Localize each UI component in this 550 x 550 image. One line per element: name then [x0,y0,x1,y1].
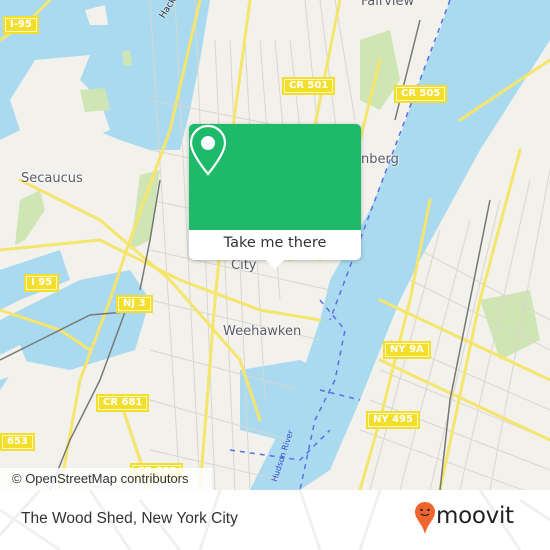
take-me-there-button[interactable]: Take me there [189,230,361,260]
place-label-secaucus: Secaucus [21,171,83,186]
moovit-pin-icon [415,502,435,534]
road-shield-653: 653 [0,433,35,451]
road-shield-i-95: I 95 [24,274,60,292]
road-shield-label: NJ 3 [123,298,146,309]
place-title: The Wood Shed, New York City [21,510,238,527]
road-shield-ny-9a: NY 9A [383,341,431,359]
road-shield-label: CR 681 [103,397,143,408]
popup-header [189,124,361,230]
moovit-wordmark: moovit [436,503,514,529]
map-view[interactable]: Fairview Secaucus Weehawken City nberg I… [0,0,550,490]
moovit-map-card: Fairview Secaucus Weehawken City nberg I… [0,0,550,550]
road-shield-label: I-95 [10,19,32,30]
road-shield-cr-501: CR 501 [282,77,336,95]
road-shield-nj-3: NJ 3 [116,295,153,313]
destination-popup: Take me there [189,124,361,269]
place-label-city: City [231,258,257,273]
place-label-fairview: Fairview [361,0,415,9]
road-shield-ny-495: NY 495 [366,411,420,429]
place-label-guttenberg: nberg [361,152,399,167]
map-attribution[interactable]: © OpenStreetMap contributors [0,468,212,490]
road-shield-label: I 95 [31,277,53,288]
map-pin-icon [189,124,227,176]
road-shield-label: NY 495 [373,414,413,425]
road-shield-cr-505: CR 505 [394,85,448,103]
road-shield-i-95-north: I-95 [3,16,39,34]
road-shield-label: CR 505 [401,88,441,99]
road-shield-label: 653 [7,436,28,447]
popup-tail [265,259,285,269]
place-label-weehawken: Weehawken [223,324,302,339]
moovit-logo[interactable]: moovit [414,500,544,540]
footer-bar: The Wood Shed, New York City moovit [0,490,550,550]
attribution-text: © OpenStreetMap contributors [12,471,189,486]
road-shield-cr-681: CR 681 [96,394,150,412]
road-shield-label: NY 9A [390,344,424,355]
road-shield-label: CR 501 [289,80,329,91]
